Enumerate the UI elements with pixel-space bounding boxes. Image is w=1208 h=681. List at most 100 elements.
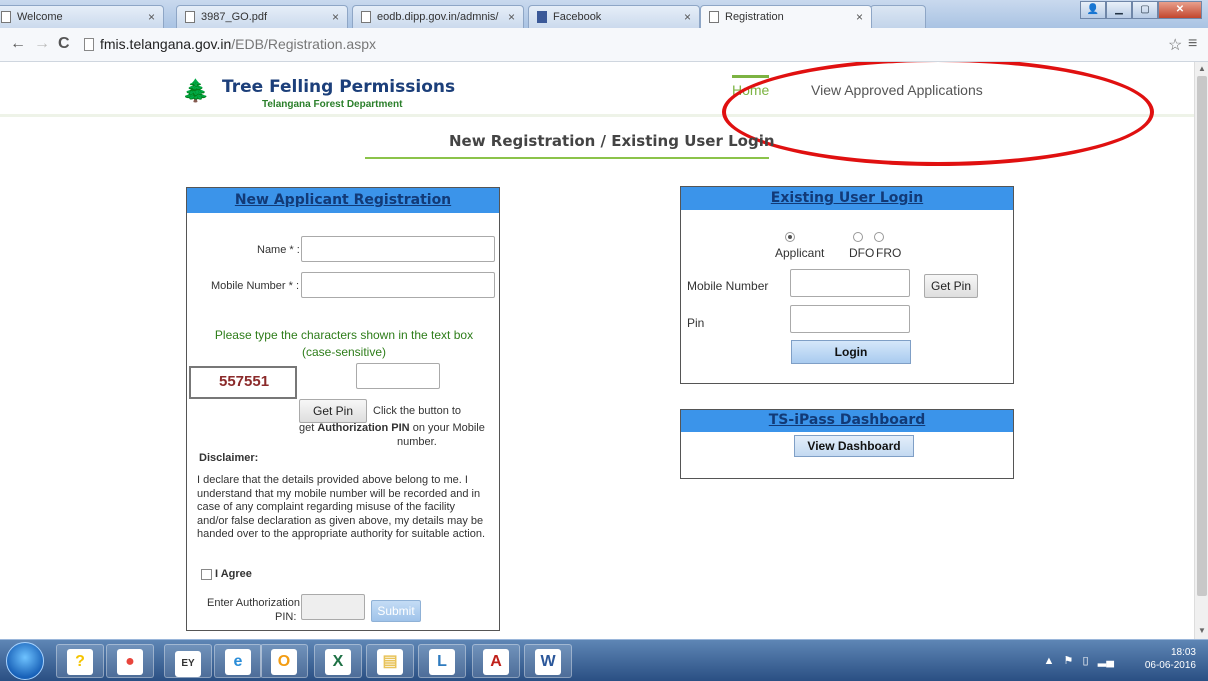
ie-icon[interactable]: e [214,644,262,678]
new-tab-button[interactable] [870,5,926,28]
close-icon[interactable]: × [508,10,515,24]
tree-logo-icon: 🌲 [182,78,210,103]
close-icon[interactable]: × [332,10,339,24]
close-icon[interactable]: × [148,10,155,24]
web-page: 🌲 Tree Felling Permissions Telangana For… [0,62,1194,639]
reload-icon[interactable]: C [58,35,70,53]
address-bar[interactable]: fmis.telangana.gov.in/EDB/Registration.a… [80,33,1168,57]
tab-registration[interactable]: Registration × [700,5,872,28]
lync-icon[interactable]: L [418,644,466,678]
menu-icon[interactable]: ≡ [1188,35,1197,53]
facebook-icon [537,11,547,23]
disclaimer-title: Disclaimer: [199,452,259,464]
tab-eodb[interactable]: eodb.dipp.gov.in/admnis/ × [352,5,524,28]
scroll-down-icon[interactable]: ▼ [1198,626,1206,635]
excel-icon[interactable]: X [314,644,362,678]
disclaimer-text: I declare that the details provided abov… [197,474,486,540]
browser-tab-strip: Welcome × 3987_GO.pdf × eodb.dipp.gov.in… [0,0,1208,28]
pin-hint-line-3: number. [397,436,437,448]
view-dashboard-button[interactable]: View Dashboard [794,435,914,457]
role-dfo-radio[interactable] [853,232,863,242]
clock-date: 06-06-2016 [1144,660,1196,671]
agree-label: I Agree [215,568,252,580]
pin-hint-line-2: get Authorization PIN on your Mobile [299,422,485,434]
login-button[interactable]: Login [791,340,911,364]
tab-3987-go-pdf[interactable]: 3987_GO.pdf × [176,5,348,28]
highlight-ellipse [722,62,1154,166]
captcha-image: 557551 [189,366,297,399]
windows-taskbar: ? ● EY e O X ▤ L A W ▲ ⚑ ▯ ▂▄ 18:03 06-06-2016 [0,639,1208,681]
window-close-button[interactable]: ✕ [1158,1,1202,19]
user-icon[interactable]: 👤 [1080,1,1106,19]
word-icon[interactable]: W [524,644,572,678]
tsipass-panel: TS-iPass Dashboard View Dashboard [680,409,1014,479]
name-label: Name * : [257,244,300,256]
close-icon[interactable]: × [856,10,863,24]
captcha-input[interactable] [356,363,440,389]
role-fro-radio[interactable] [874,232,884,242]
pin-hint-line-1: Click the button to [373,405,462,417]
clock-time: 18:03 [1170,647,1196,658]
get-pin-button[interactable]: Get Pin [299,399,367,423]
url-path: /EDB/Registration.aspx [231,36,376,52]
ey-discover-icon[interactable]: EY [164,644,212,678]
scrollbar-thumb[interactable] [1197,76,1207,596]
chrome-icon[interactable]: ● [106,644,154,678]
login-panel: Existing User Login Applicant DFO FRO Mo… [680,186,1014,384]
system-tray-icons[interactable]: ▲ ⚑ ▯ ▂▄ [1043,654,1114,667]
maximize-button[interactable]: ▢ [1132,1,1158,19]
bookmark-star-icon[interactable]: ☆ [1168,35,1182,55]
url-host: fmis.telangana.gov.in [100,36,232,52]
tab-welcome[interactable]: Welcome × [0,5,164,28]
agree-checkbox[interactable] [201,569,212,580]
registration-panel: New Applicant Registration Name * : Mobi… [186,187,500,631]
login-heading: Existing User Login [770,190,924,206]
acrobat-icon[interactable]: A [472,644,520,678]
role-dfo-label: DFO [849,246,875,260]
tab-title: eodb.dipp.gov.in/admnis/ [377,11,499,23]
tab-title: Welcome [17,11,63,23]
role-applicant-label: Applicant [775,246,825,260]
name-input[interactable] [301,236,495,262]
outlook-icon[interactable]: O [260,644,308,678]
site-subtitle: Telangana Forest Department [262,99,403,110]
submit-button[interactable]: Submit [371,600,421,622]
auth-pin-input[interactable] [301,594,365,620]
mobile-label: Mobile Number * : [211,280,300,292]
login-pin-input[interactable] [790,305,910,333]
pin-hint-prefix: get [299,422,318,434]
login-mobile-input[interactable] [790,269,910,297]
page-icon [709,11,719,23]
forward-icon[interactable]: → [34,35,50,53]
browser-toolbar: ← → C fmis.telangana.gov.in/EDB/Registra… [0,28,1208,62]
captcha-prompt-note: (case-sensitive) [301,345,387,359]
tsipass-heading: TS-iPass Dashboard [768,412,926,428]
close-icon[interactable]: × [684,10,691,24]
scroll-up-icon[interactable]: ▲ [1198,64,1206,73]
page-scrollbar[interactable]: ▲ ▼ [1194,62,1208,639]
minimize-button[interactable]: ▁ [1106,1,1132,19]
tab-facebook[interactable]: Facebook × [528,5,700,28]
start-button[interactable] [6,642,44,680]
explorer-icon[interactable]: ▤ [366,644,414,678]
role-fro-label: FRO [876,246,902,260]
tab-title: Registration [725,11,784,23]
help-icon[interactable]: ? [56,644,104,678]
login-get-pin-button[interactable]: Get Pin [924,274,978,298]
page-icon [185,11,195,23]
site-title: Tree Felling Permissions [222,77,456,97]
pin-hint-suffix: on your Mobile [409,422,485,434]
auth-pin-label: Enter Authorization [207,597,300,609]
mobile-input[interactable] [301,272,495,298]
tab-title: Facebook [553,11,602,23]
captcha-prompt: Please type the characters shown in the … [214,328,474,342]
tab-title: 3987_GO.pdf [201,11,268,23]
tsipass-heading-bar: TS-iPass Dashboard [681,410,1013,432]
page-heading: New Registration / Existing User Login [449,132,775,150]
system-clock[interactable]: 18:03 06-06-2016 [1145,646,1196,672]
back-icon[interactable]: ← [10,35,26,53]
registration-heading-bar: New Applicant Registration [187,188,499,213]
page-icon [361,11,371,23]
pin-hint-bold: Authorization PIN [317,422,410,434]
role-applicant-radio[interactable] [785,232,795,242]
